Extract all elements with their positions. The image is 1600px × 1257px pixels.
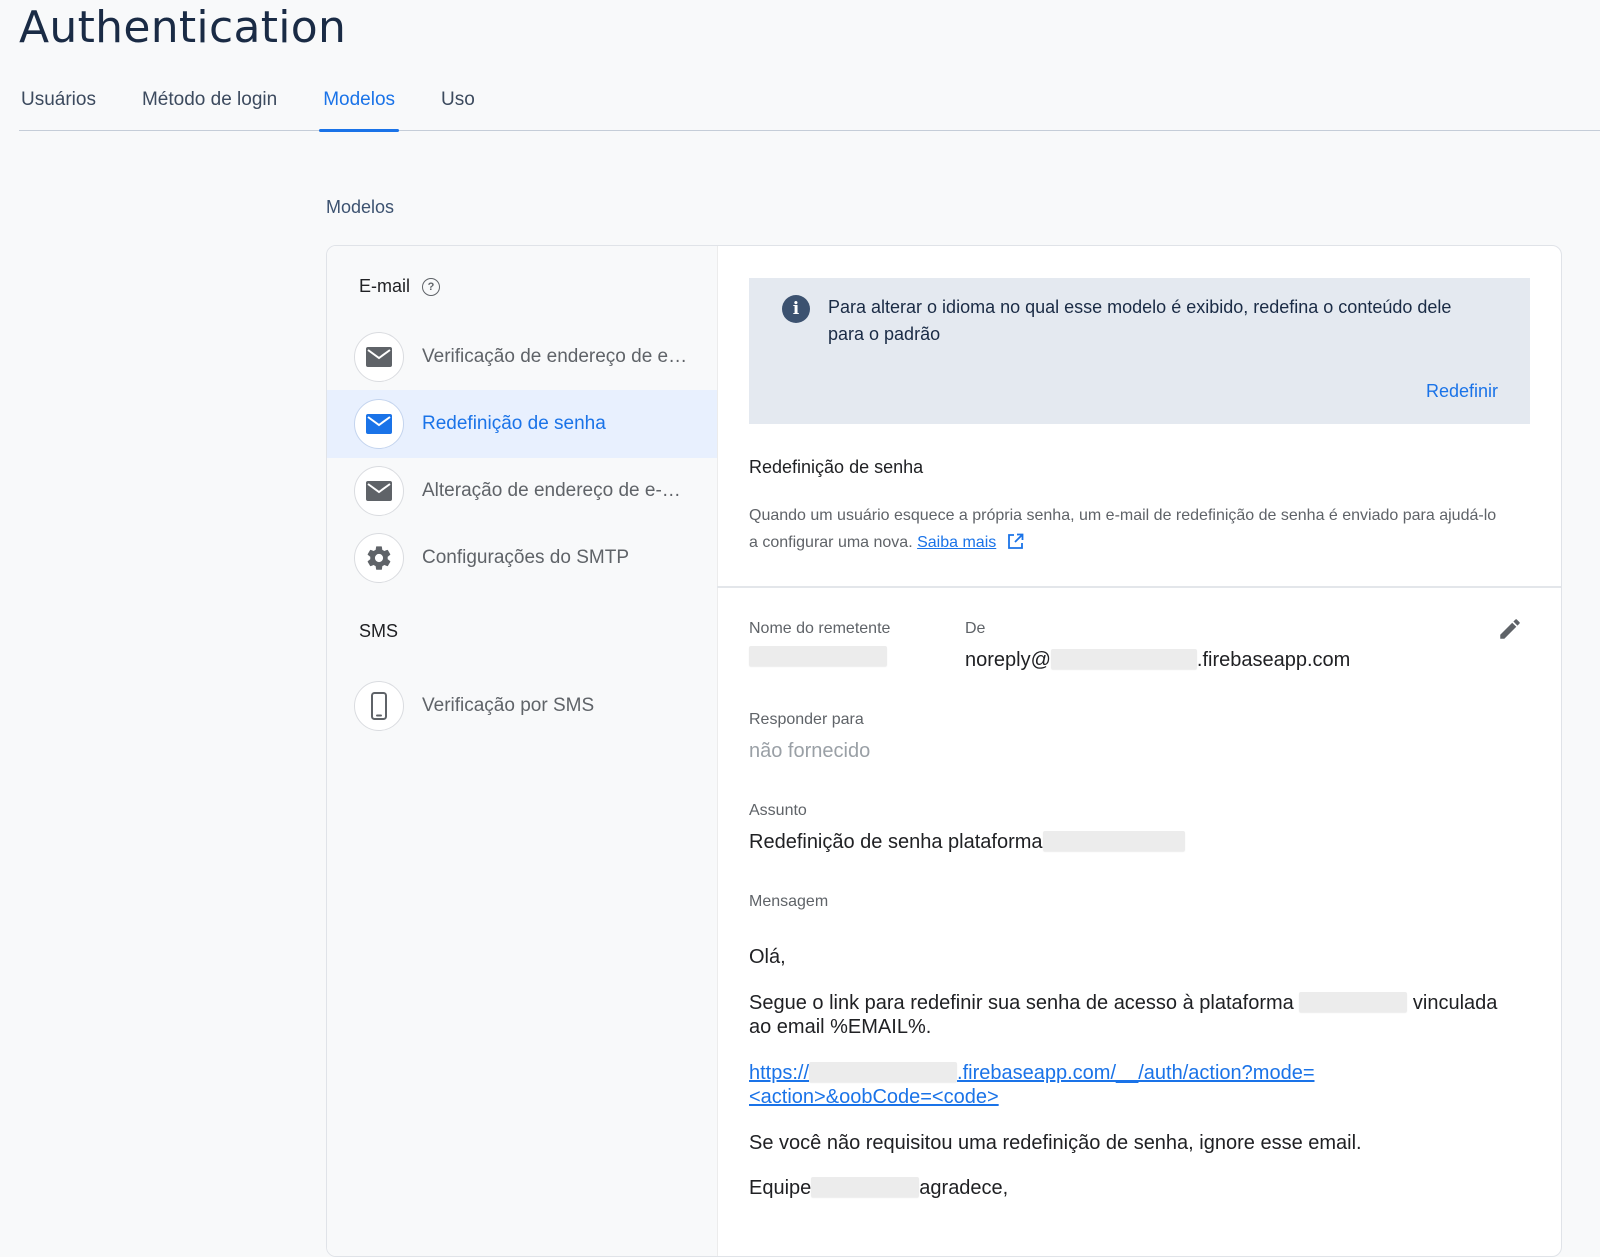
info-text: Para alterar o idioma no qual esse model…	[828, 297, 1452, 344]
learn-more-link[interactable]: Saiba mais	[917, 534, 996, 551]
template-detail: i Para alterar o idioma no qual esse mod…	[717, 246, 1561, 1256]
reset-link-anchor[interactable]: https:// .firebaseapp.com/__/auth/action?…	[749, 1062, 1315, 1108]
sidebar-item-smtp-settings[interactable]: Configurações do SMTP	[327, 524, 717, 592]
sidebar-item-label: Redefinição de senha	[422, 413, 606, 434]
sidebar-item-email-verification[interactable]: Verificação de endereço de e-mail	[327, 323, 717, 391]
from-prefix: noreply@	[965, 649, 1051, 671]
from-suffix: .firebaseapp.com	[1196, 649, 1351, 671]
redacted-block	[809, 1062, 958, 1082]
reset-link[interactable]: https:// .firebaseapp.com/__/auth/action?…	[749, 1061, 1539, 1109]
message-text: Equipe	[749, 1177, 812, 1199]
redacted-block	[1042, 831, 1185, 851]
language-info-banner: i Para alterar o idioma no qual esse mod…	[749, 278, 1530, 424]
email-group-label: E-mail ?	[359, 276, 441, 297]
sidebar-item-sms-verification[interactable]: Verificação por SMS	[327, 672, 717, 740]
mail-icon	[354, 332, 404, 382]
message-team-line: Equipe agradece,	[749, 1176, 1539, 1200]
from-value: noreply@ .firebaseapp.com	[965, 649, 1350, 672]
section-divider	[717, 586, 1561, 588]
message-text: ao email %EMAIL%.	[749, 1016, 932, 1038]
info-icon: i	[782, 295, 810, 323]
sidebar-item-email-change[interactable]: Alteração de endereço de e-mail	[327, 457, 717, 525]
sms-group-label: SMS	[359, 621, 399, 641]
subject-value: Redefinição de senha plataforma	[749, 831, 1185, 854]
templates-card: E-mail ? Verificação de endereço de e-ma…	[326, 245, 1562, 1257]
sidebar-item-label: Verificação por SMS	[422, 695, 595, 716]
mail-icon	[354, 399, 404, 449]
message-text: agradece,	[919, 1177, 1009, 1199]
tab-usuarios[interactable]: Usuários	[19, 78, 98, 130]
sidebar-item-label: Configurações do SMTP	[422, 547, 629, 568]
message-text: vinculada	[1412, 992, 1498, 1014]
subject-text: Redefinição de senha plataforma	[749, 831, 1043, 853]
help-icon[interactable]: ?	[422, 277, 441, 296]
message-greeting: Olá,	[749, 946, 786, 968]
redacted-block	[1299, 992, 1408, 1012]
page-title: Authentication	[19, 2, 347, 53]
templates-sidebar: E-mail ? Verificação de endereço de e-ma…	[327, 246, 718, 1256]
mail-icon	[354, 466, 404, 516]
email-group-text: E-mail	[359, 276, 411, 296]
reply-to-label: Responder para	[749, 711, 864, 728]
template-title: Redefinição de senha	[749, 457, 924, 477]
link-prefix: https://	[749, 1062, 810, 1084]
description-text: Quando um usuário esquece a própria senh…	[749, 507, 1497, 551]
redacted-block	[749, 646, 887, 666]
section-title: Modelos	[326, 197, 395, 217]
redacted-block	[1050, 649, 1197, 669]
message-ignore-line: Se você não requisitou uma redefinição d…	[749, 1132, 1362, 1154]
tab-bar: Usuários Método de login Modelos Uso	[19, 78, 1600, 132]
message-body-line: Segue o link para redefinir sua senha de…	[749, 991, 1539, 1039]
external-link-icon[interactable]	[1007, 532, 1024, 559]
link-line2: <action>&oobCode=<code>	[749, 1086, 999, 1108]
redacted-block	[811, 1177, 920, 1197]
tab-metodo-login[interactable]: Método de login	[140, 78, 279, 130]
template-description: Quando um usuário esquece a própria senh…	[749, 502, 1509, 559]
tab-modelos[interactable]: Modelos	[319, 78, 399, 132]
reply-to-value: não fornecido	[749, 740, 871, 762]
subject-label: Assunto	[749, 802, 807, 819]
sidebar-item-password-reset[interactable]: Redefinição de senha	[327, 390, 717, 458]
phone-icon	[354, 681, 404, 731]
edit-icon[interactable]	[1497, 616, 1523, 647]
sender-name-label: Nome do remetente	[749, 620, 891, 637]
sender-name-value	[749, 646, 887, 669]
reset-button[interactable]: Redefinir	[1426, 381, 1498, 402]
sidebar-item-label: Alteração de endereço de e-mail	[422, 480, 692, 501]
message-label: Mensagem	[749, 893, 829, 910]
gear-icon	[354, 533, 404, 583]
from-label: De	[965, 620, 986, 637]
sidebar-item-label: Verificação de endereço de e-mail	[422, 346, 692, 367]
message-text: Segue o link para redefinir sua senha de…	[749, 992, 1294, 1014]
tab-uso[interactable]: Uso	[439, 78, 477, 130]
link-suffix: .firebaseapp.com/__/auth/action?mode=	[957, 1062, 1315, 1084]
